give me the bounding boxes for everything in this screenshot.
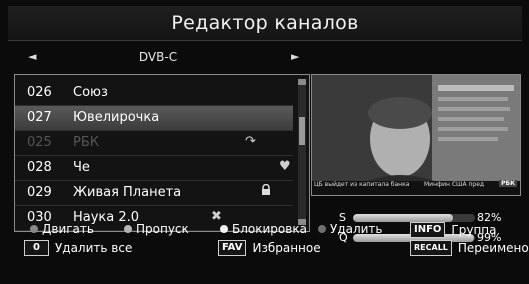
page-title: Редактор каналов (171, 12, 359, 34)
satellite-selector[interactable]: ◄ DVB-C ► (8, 46, 308, 68)
channel-row[interactable]: 029 Живая Планета (15, 181, 293, 206)
channel-name: Живая Планета (73, 185, 182, 200)
channel-row[interactable]: 026 Союз (15, 81, 293, 106)
legend-skip: Пропуск (124, 222, 189, 236)
right-arrow-icon[interactable]: ► (291, 50, 299, 63)
channel-number: 028 (27, 160, 52, 175)
selector-label: DVB-C (138, 50, 178, 64)
channel-name: Че (73, 160, 90, 175)
legend-rename-label: Переименоват (457, 241, 529, 255)
green-dot-icon (124, 225, 132, 233)
title-bar: Редактор каналов (8, 6, 522, 41)
legend-lock-label: Блокировка (232, 222, 307, 236)
legend-favorite-label: Избранное (252, 241, 321, 255)
channel-preview: ЦБ выйдет из капитала банка Минфин США п… (311, 74, 521, 196)
info-key-icon: INFO (410, 222, 446, 238)
preview-logo: РБК (499, 180, 517, 187)
scroll-thumb[interactable] (299, 117, 305, 145)
channel-editor-screen: Редактор каналов ◄ DVB-C ► 026 Союз 027 … (0, 0, 529, 284)
channel-row-selected[interactable]: 027 Ювелирочка (15, 106, 293, 131)
key-legend: Двигать Пропуск Блокировка Удалить INFO … (0, 222, 529, 284)
legend-delete-label: Удалить (330, 222, 383, 236)
legend-delete-all-label: Удалить все (54, 241, 133, 255)
legend-rename: RECALL Переименоват (410, 240, 529, 256)
legend-delete-all: 0 Удалить все (24, 240, 132, 256)
scroll-up-cap (298, 79, 306, 85)
channel-name: РБК (73, 135, 99, 150)
channel-row[interactable]: 025 РБК ↷ (15, 131, 293, 156)
fav-key-icon: FAV (218, 240, 247, 256)
preview-ticker-right: Минфин США пред (424, 181, 485, 188)
channel-number: 026 (27, 85, 52, 100)
legend-lock: Блокировка (220, 222, 307, 236)
preview-image (312, 75, 520, 195)
heart-icon: ♥ (279, 159, 291, 174)
channel-number: 025 (27, 135, 52, 150)
channel-list: 026 Союз 027 Ювелирочка 025 РБК ↷ 028 Че… (14, 74, 310, 232)
signal-strength-fill (353, 214, 454, 222)
legend-delete: Удалить (318, 222, 383, 236)
legend-group: INFO Группа (410, 222, 497, 238)
recall-key-icon: RECALL (410, 240, 452, 256)
channel-name: Союз (73, 85, 108, 100)
legend-move-label: Двигать (42, 222, 94, 236)
channel-number: 029 (27, 185, 52, 200)
signal-strength-bar (353, 214, 475, 222)
legend-move: Двигать (30, 222, 94, 236)
lock-icon (261, 183, 271, 200)
zero-key-icon: 0 (24, 240, 49, 256)
blue-dot-icon (318, 225, 326, 233)
preview-ticker-left: ЦБ выйдет из капитала банка (314, 181, 410, 188)
yellow-dot-icon (220, 225, 228, 233)
scrollbar[interactable] (298, 79, 306, 225)
channel-number: 027 (27, 110, 52, 125)
move-icon: ↷ (245, 134, 256, 149)
channel-row[interactable]: 028 Че ♥ (15, 156, 293, 181)
legend-favorite: FAV Избранное (218, 240, 321, 256)
legend-group-label: Группа (451, 223, 497, 237)
channel-name: Ювелирочка (73, 110, 160, 125)
red-dot-icon (30, 225, 38, 233)
legend-skip-label: Пропуск (136, 222, 189, 236)
